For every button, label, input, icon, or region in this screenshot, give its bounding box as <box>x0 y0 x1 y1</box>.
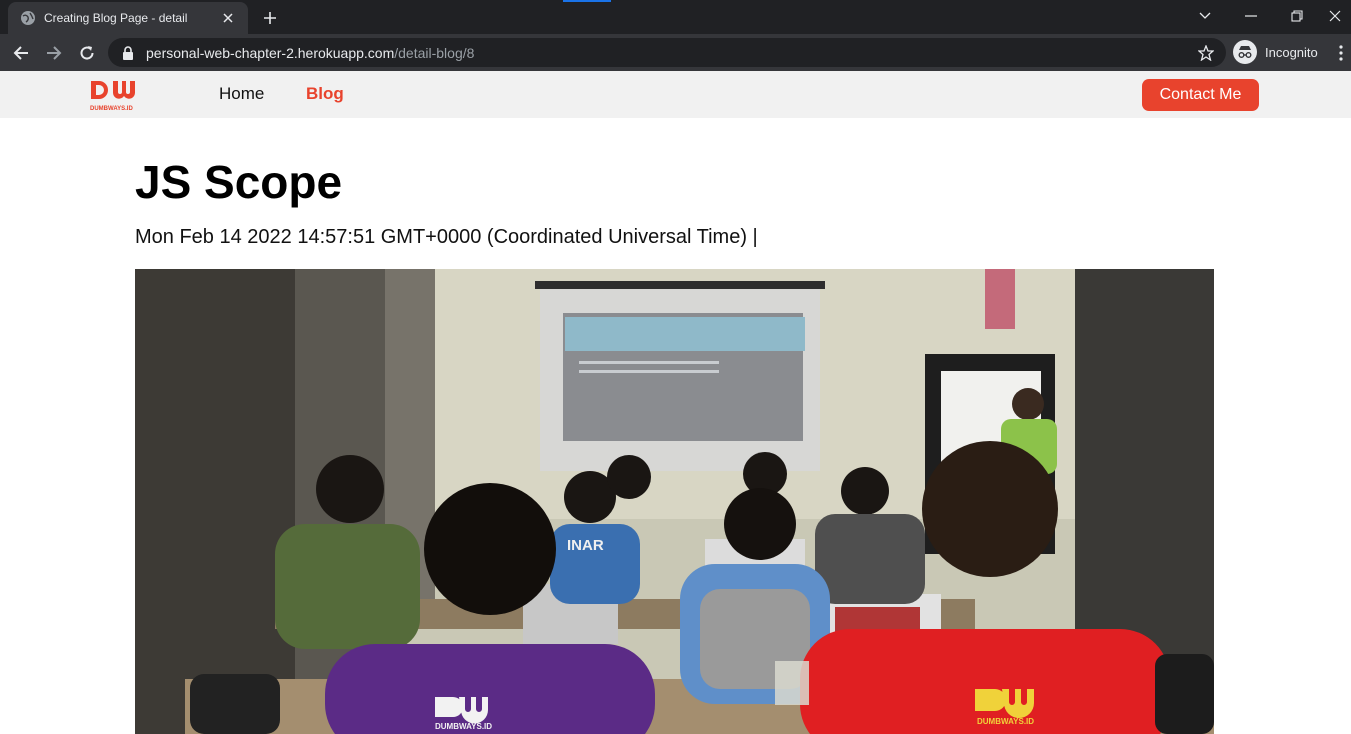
nav-blog-link[interactable]: Blog <box>306 84 344 104</box>
contact-me-button[interactable]: Contact Me <box>1142 79 1259 111</box>
new-tab-icon[interactable] <box>258 6 282 30</box>
blog-title: JS Scope <box>135 156 343 208</box>
restore-icon[interactable] <box>1283 4 1311 28</box>
incognito-label: Incognito <box>1265 44 1318 60</box>
close-tab-icon[interactable] <box>218 8 238 28</box>
blog-post-date: Mon Feb 14 2022 14:57:51 GMT+0000 (Coord… <box>135 226 758 248</box>
back-arrow-icon[interactable] <box>8 40 34 66</box>
tab-search-icon[interactable] <box>1191 4 1219 28</box>
more-menu-icon[interactable] <box>1334 43 1348 63</box>
minimize-icon[interactable] <box>1237 4 1265 28</box>
jersey-text: INAR <box>567 537 604 554</box>
purple-shirt-logo-text: DUMBWAYS.ID <box>435 722 492 731</box>
browser-toolbar: personal-web-chapter-2.herokuapp.com/det… <box>0 34 1351 71</box>
browser-tab[interactable]: Creating Blog Page - detail <box>8 2 248 34</box>
reload-icon[interactable] <box>74 40 100 66</box>
lock-icon <box>120 45 136 61</box>
red-shirt-logo-text: DUMBWAYS.ID <box>977 717 1034 726</box>
dumbways-logo[interactable]: DUMBWAYS.ID <box>89 77 141 113</box>
address-bar[interactable]: personal-web-chapter-2.herokuapp.com/det… <box>108 38 1226 67</box>
tab-title: Creating Blog Page - detail <box>44 11 188 25</box>
tab-strip-indicator <box>563 0 611 2</box>
incognito-indicator[interactable]: Incognito <box>1233 39 1318 65</box>
globe-icon <box>20 10 36 26</box>
blog-hero-image: INAR DUMBWAYS.ID DUMBWAYS.ID <box>135 269 1214 734</box>
forward-arrow-icon[interactable] <box>41 40 67 66</box>
logo-text: DUMBWAYS.ID <box>90 106 133 112</box>
site-navbar: DUMBWAYS.ID Home Blog Contact Me <box>0 71 1351 118</box>
close-window-icon[interactable] <box>1321 4 1349 28</box>
url-path: /detail-blog/8 <box>394 44 475 61</box>
browser-tab-bar: Creating Blog Page - detail <box>0 0 1351 34</box>
url-host: personal-web-chapter-2.herokuapp.com <box>146 44 395 61</box>
incognito-icon <box>1233 40 1257 64</box>
bookmark-star-icon[interactable] <box>1196 43 1216 63</box>
nav-home-link[interactable]: Home <box>219 84 264 104</box>
